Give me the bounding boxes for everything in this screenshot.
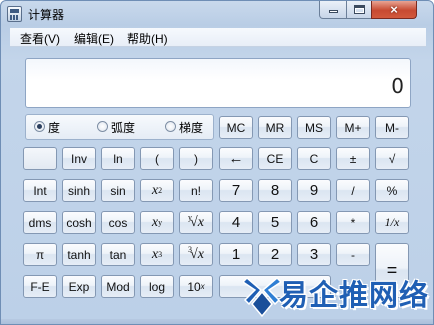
dms-key[interactable]: dms [23, 211, 57, 234]
ms-key[interactable]: MS [297, 116, 331, 139]
blank-key [23, 147, 57, 170]
radio-degrees-dot [34, 121, 45, 132]
maximize-button[interactable] [346, 1, 372, 19]
digit-7-key[interactable]: 7 [219, 179, 253, 202]
digit-1-key[interactable]: 1 [219, 243, 253, 266]
mr-key[interactable]: MR [258, 116, 292, 139]
sqrt-key[interactable]: √ [375, 147, 409, 170]
ce-key[interactable]: CE [258, 147, 292, 170]
x-squared-exp: 2 [158, 186, 163, 195]
result-display: 0 [25, 58, 411, 108]
tan-key[interactable]: tan [101, 243, 135, 266]
window-title: 计算器 [28, 8, 65, 22]
radio-radians-label: 弧度 [111, 121, 136, 135]
minimize-button[interactable] [319, 1, 347, 19]
x-squared-key[interactable]: x2 [140, 179, 174, 202]
inv-key[interactable]: Inv [62, 147, 96, 170]
radio-radians-dot [97, 121, 108, 132]
cosh-key[interactable]: cosh [62, 211, 96, 234]
tanh-key[interactable]: tanh [62, 243, 96, 266]
ten-power-x-exp: x [200, 282, 205, 291]
sin-key[interactable]: sin [101, 179, 135, 202]
digit-3-key[interactable]: 3 [297, 243, 331, 266]
ten-power-x-base: 10 [187, 279, 201, 294]
backspace-key[interactable]: ← [219, 147, 253, 170]
watermark-text: 易企推网络 [279, 278, 430, 312]
y-root-index: y [188, 213, 193, 222]
mod-key[interactable]: Mod [101, 275, 135, 298]
reciprocal-key[interactable]: 1/x [375, 211, 409, 234]
digit-2-key[interactable]: 2 [258, 243, 292, 266]
radio-degrees-label: 度 [48, 121, 61, 135]
y-root-key[interactable]: y √x [179, 211, 213, 234]
digit-4-key[interactable]: 4 [219, 211, 253, 234]
x-power-y-exp: y [158, 218, 163, 227]
menu-edit[interactable]: 编辑(E) [74, 30, 114, 47]
menu-view[interactable]: 查看(V) [20, 30, 60, 47]
m-plus-key[interactable]: M+ [336, 116, 370, 139]
maximize-icon [354, 5, 365, 14]
c-key[interactable]: C [297, 147, 331, 170]
int-key[interactable]: Int [23, 179, 57, 202]
right-paren-key[interactable]: ) [179, 147, 213, 170]
exp-key[interactable]: Exp [62, 275, 96, 298]
plus-minus-key[interactable]: ± [336, 147, 370, 170]
left-paren-key[interactable]: ( [140, 147, 174, 170]
minimize-icon [329, 10, 338, 13]
digit-6-key[interactable]: 6 [297, 211, 331, 234]
title-bar[interactable]: 计算器 × [1, 1, 433, 27]
log-key[interactable]: log [140, 275, 174, 298]
mc-key[interactable]: MC [219, 116, 253, 139]
x-cubed-key[interactable]: x3 [140, 243, 174, 266]
radio-gradians-label: 梯度 [179, 121, 204, 135]
close-button[interactable]: × [371, 1, 417, 19]
digit-5-key[interactable]: 5 [258, 211, 292, 234]
menu-help[interactable]: 帮助(H) [127, 30, 168, 47]
close-icon: × [390, 2, 398, 17]
radio-gradians-dot [165, 121, 176, 132]
percent-key[interactable]: % [375, 179, 409, 202]
cube-root-key[interactable]: 3 √x [179, 243, 213, 266]
factorial-key[interactable]: n! [179, 179, 213, 202]
cos-key[interactable]: cos [101, 211, 135, 234]
watermark-logo-icon [243, 276, 281, 318]
minus-key[interactable]: - [336, 243, 370, 266]
sinh-key[interactable]: sinh [62, 179, 96, 202]
divide-key[interactable]: / [336, 179, 370, 202]
digit-8-key[interactable]: 8 [258, 179, 292, 202]
watermark: 易企推网络 [243, 270, 434, 325]
ten-power-x-key[interactable]: 10 x [179, 275, 213, 298]
cube-root-index: 3 [188, 245, 193, 254]
digit-9-key[interactable]: 9 [297, 179, 331, 202]
m-minus-key[interactable]: M- [375, 116, 409, 139]
x-power-y-key[interactable]: xy [140, 211, 174, 234]
x-cubed-exp: 3 [158, 250, 163, 259]
display-value: 0 [391, 74, 404, 98]
pi-key[interactable]: π [23, 243, 57, 266]
ln-key[interactable]: ln [101, 147, 135, 170]
menu-bar: 查看(V) 编辑(E) 帮助(H) [10, 28, 426, 47]
calculator-app-icon [7, 6, 22, 22]
y-root-label: √x [190, 214, 204, 230]
fe-key[interactable]: F-E [23, 275, 57, 298]
multiply-key[interactable]: * [336, 211, 370, 234]
angle-mode-group: 度 弧度 梯度 [25, 114, 214, 140]
cube-root-label: √x [190, 246, 204, 262]
